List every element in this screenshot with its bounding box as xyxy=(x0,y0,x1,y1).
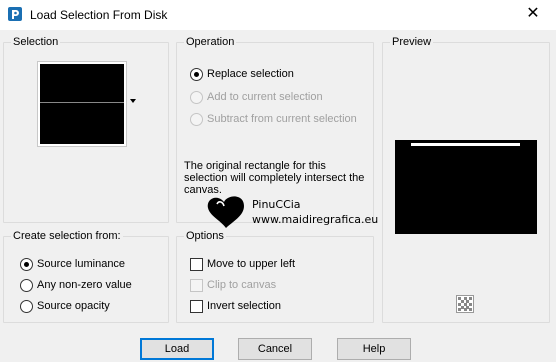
heart-logo-icon xyxy=(207,196,244,228)
subtract-selection-label: Subtract from current selection xyxy=(207,113,357,125)
load-button[interactable]: Load xyxy=(140,338,214,360)
paintshop-pro-icon xyxy=(8,7,22,21)
watermark-name: PinuCCia xyxy=(252,198,301,211)
checkbox-indicator[interactable] xyxy=(190,257,203,271)
radio-indicator[interactable] xyxy=(20,299,33,313)
selection-group: Selection xyxy=(3,36,169,223)
options-group-label: Options xyxy=(184,230,226,243)
replace-selection-label: Replace selection xyxy=(207,68,294,80)
preview-group: Preview xyxy=(382,36,550,323)
watermark-site: www.maidiregrafica.eu xyxy=(252,213,379,226)
move-to-upper-left-label: Move to upper left xyxy=(207,258,296,270)
add-to-selection-radio: Add to current selection xyxy=(190,89,323,105)
any-nonzero-radio[interactable]: Any non-zero value xyxy=(20,277,132,293)
dropdown-arrow-icon[interactable] xyxy=(130,99,136,103)
window-title: Load Selection From Disk xyxy=(30,8,168,22)
preview-zoom-icon[interactable] xyxy=(456,295,474,313)
invert-selection-label: Invert selection xyxy=(207,300,281,312)
add-to-selection-label: Add to current selection xyxy=(207,91,323,103)
radio-indicator xyxy=(190,112,203,126)
cancel-button[interactable]: Cancel xyxy=(238,338,312,360)
help-button[interactable]: Help xyxy=(337,338,411,360)
radio-indicator[interactable] xyxy=(20,278,33,292)
radio-indicator[interactable] xyxy=(20,257,33,271)
preview-group-label: Preview xyxy=(390,36,434,49)
checkbox-indicator xyxy=(190,278,203,292)
source-luminance-label: Source luminance xyxy=(37,258,126,270)
radio-indicator[interactable] xyxy=(190,67,203,81)
source-opacity-label: Source opacity xyxy=(37,300,110,312)
invert-selection-checkbox[interactable]: Invert selection xyxy=(190,298,281,314)
checkbox-indicator[interactable] xyxy=(190,299,203,313)
preview-selection-line xyxy=(411,143,520,146)
source-luminance-radio[interactable]: Source luminance xyxy=(20,256,125,272)
options-group: Options Move to upper left Clip to canva… xyxy=(176,230,374,323)
create-selection-group-label: Create selection from: xyxy=(11,230,123,243)
operation-group-label: Operation xyxy=(184,36,237,49)
selection-thumbnail-line xyxy=(40,102,124,103)
replace-selection-radio[interactable]: Replace selection xyxy=(190,66,294,82)
close-icon[interactable]: ✕ xyxy=(522,4,544,24)
radio-indicator xyxy=(190,90,203,104)
move-to-upper-left-checkbox[interactable]: Move to upper left xyxy=(190,256,295,272)
selection-thumbnail[interactable] xyxy=(37,61,127,147)
clip-to-canvas-checkbox: Clip to canvas xyxy=(190,277,276,293)
selection-group-label: Selection xyxy=(11,36,61,49)
title-bar: Load Selection From Disk ✕ xyxy=(0,0,556,30)
subtract-selection-radio: Subtract from current selection xyxy=(190,111,357,127)
preview-image xyxy=(395,140,537,234)
clip-to-canvas-label: Clip to canvas xyxy=(207,279,277,291)
source-opacity-radio[interactable]: Source opacity xyxy=(20,298,110,314)
any-nonzero-label: Any non-zero value xyxy=(37,279,132,291)
create-selection-group: Create selection from: Source luminance … xyxy=(3,230,169,323)
